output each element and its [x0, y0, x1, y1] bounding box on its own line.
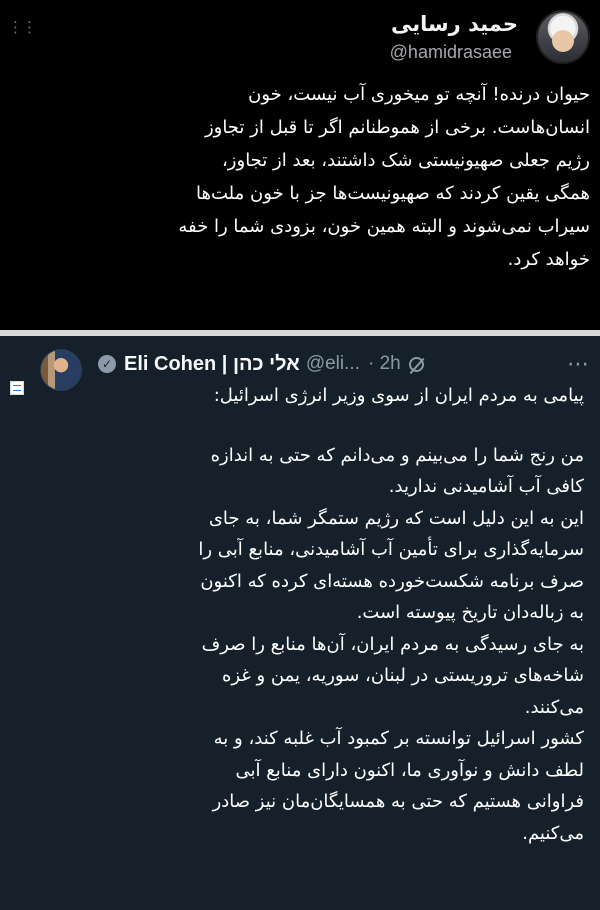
tweet-text: حیوان درنده! آنچه تو میخوری آب نیست، خون… — [90, 78, 590, 276]
timestamp[interactable]: · 2h — [368, 353, 401, 375]
tweet-header: ✓ Eli Cohen | אלי כהן @eli... · 2h ⋯ — [98, 344, 589, 384]
tweet-line: کافی آب آشامیدنی ندارید. — [388, 476, 584, 497]
tweet-line: پیامی به مردم ایران از سوی وزیر انرژی اس… — [213, 385, 584, 406]
tweet-line: خواهد کرد. — [507, 249, 590, 270]
tweet-line: سیراب نمی‌شوند و البته همین خون، بزودی ش… — [178, 216, 590, 237]
author-name[interactable]: حمید رسایی — [391, 12, 518, 36]
tweet-card-hamid-rasaee[interactable]: ⋮⋮ حمید رسایی @hamidrasaee حیوان درنده! … — [0, 0, 600, 330]
author-handle[interactable]: @eli... — [306, 353, 360, 375]
tweet-line: این به این دلیل است که رژیم ستمگر شما، ب… — [208, 507, 584, 529]
mute-icon[interactable] — [408, 356, 424, 372]
tweet-line: می‌کنیم. — [522, 822, 584, 844]
tweet-line: فراوانی هستیم که حتی به همسایگان‌مان نیز… — [212, 791, 584, 812]
tweet-line: انسان‌هاست. برخی از هموطنانم اگر تا قبل … — [204, 117, 590, 138]
tweet-line: کشور اسرائیل توانسته بر کمبود آب غلبه کن… — [213, 728, 584, 749]
tweet-text: پیامی به مردم ایران از سوی وزیر انرژی اس… — [84, 380, 584, 849]
more-horizontal-icon[interactable]: ⋯ — [567, 352, 589, 377]
more-horizontal-icon[interactable]: ⋮⋮ — [8, 20, 37, 35]
tweet-card-eli-cohen[interactable]: ✓ Eli Cohen | אלי כהן @eli... · 2h ⋯ پیا… — [0, 336, 600, 910]
tweet-line: به زباله‌دان تاریخ پیوسته است. — [356, 602, 584, 623]
avatar[interactable] — [536, 10, 590, 64]
verified-badge-icon: ✓ — [98, 355, 116, 373]
author-handle[interactable]: @hamidrasaee — [390, 42, 512, 63]
tweet-line: حیوان درنده! آنچه تو میخوری آب نیست، خون — [248, 84, 590, 105]
tweet-line: به جای رسیدگی به مردم ایران، آن‌ها منابع… — [201, 633, 584, 655]
author-name[interactable]: Eli Cohen | אלי כהן — [124, 353, 300, 376]
avatar[interactable] — [40, 349, 82, 391]
tweet-line: من رنج شما را می‌بینم و می‌دانم که حتی ب… — [210, 444, 584, 466]
tweet-line: صرف برنامه شکست‌خورده هسته‌ای کرده که اک… — [200, 570, 584, 592]
tweet-line: رژیم جعلی صهیونیستی شک داشتند، بعد از تج… — [222, 150, 590, 171]
tweet-line: سرمایه‌گذاری برای تأمین آب آشامیدنی، منا… — [198, 539, 584, 560]
tweet-line: شاخه‌های تروریستی در لبنان، سوریه، یمن و… — [222, 665, 584, 686]
israel-flag-icon — [10, 381, 24, 395]
tweet-line: لطف دانش و نوآوری ما، اکنون دارای منابع … — [235, 759, 584, 781]
tweet-line: همگی یقین کردند که صهیونیست‌ها جز با خون… — [196, 183, 590, 204]
tweet-line: می‌کنند. — [524, 696, 584, 718]
